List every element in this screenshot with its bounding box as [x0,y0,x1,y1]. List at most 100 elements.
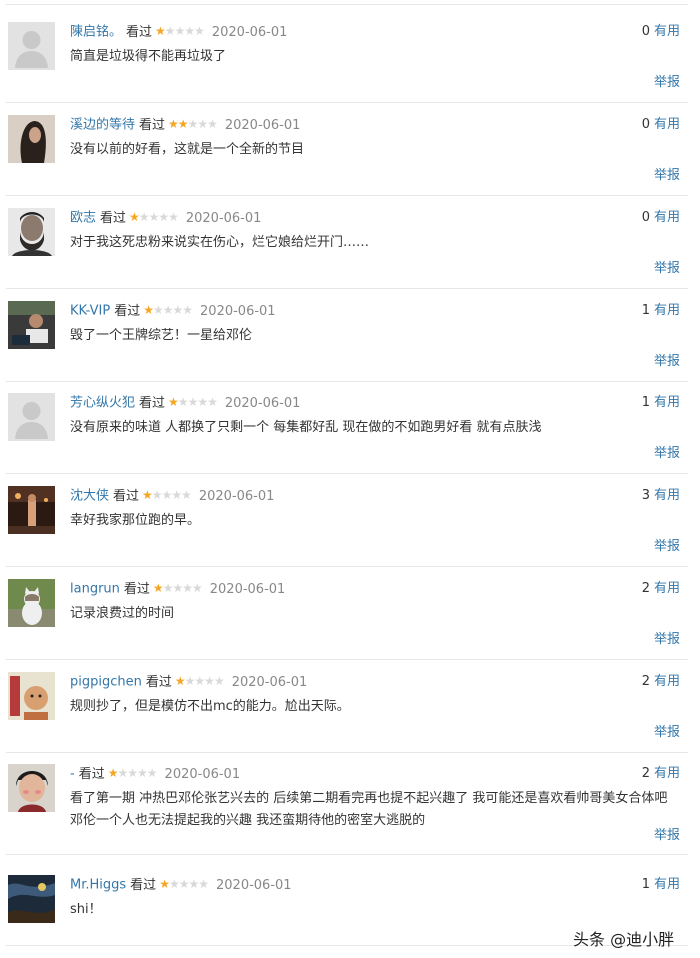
vote-count: 1 [641,395,650,410]
avatar[interactable] [8,486,55,534]
username-link[interactable]: 沈大侠 [70,489,109,504]
star-empty-icon: ★ [197,395,208,409]
review-meta: - 看过 ★★★★★ 2020-06-01 [70,764,240,784]
divider [6,4,688,5]
star-empty-icon: ★ [184,24,195,38]
review-text: shi！ [70,902,102,917]
review-date: 2020-06-01 [209,581,286,597]
report-link[interactable]: 举报 [654,723,680,743]
report-link[interactable]: 举报 [654,352,680,372]
rating-stars: ★★★★★ [174,671,225,691]
review-date: 2020-06-01 [185,210,262,226]
avatar[interactable] [8,22,55,70]
vote-count: 0 [641,24,650,39]
star-empty-icon: ★ [207,117,218,131]
star-empty-icon: ★ [161,488,173,502]
useful-button[interactable]: 有用 [654,488,680,503]
watched-label: 看过 [113,488,140,504]
watched-label: 看过 [78,766,105,782]
star-filled-icon: ★ [159,877,170,891]
useful-button[interactable]: 有用 [654,303,680,318]
review-date: 2020-06-01 [200,303,276,319]
rating-stars: ★★★★★ [159,874,209,894]
rating-stars: ★★★★★ [108,763,158,783]
username-link[interactable]: langrun [70,582,120,597]
username-link[interactable]: 陳启铭。 [70,25,122,40]
username-link[interactable]: Mr.Higgs [70,878,126,893]
star-empty-icon: ★ [191,581,203,595]
username-link[interactable]: - [70,767,75,782]
star-empty-icon: ★ [146,766,158,780]
vote-count: 0 [641,117,650,132]
useful-button[interactable]: 有用 [654,117,680,132]
report-link[interactable]: 举报 [654,166,680,186]
avatar[interactable] [8,579,55,627]
username-link[interactable]: KK-VIP [70,304,110,319]
star-empty-icon: ★ [168,877,180,891]
vote-count: 0 [641,210,650,225]
report-link[interactable]: 举报 [654,73,680,93]
avatar[interactable] [8,301,55,349]
username-link[interactable]: 溪边的等待 [70,118,135,133]
username-link[interactable]: 芳心纵火犯 [70,396,135,411]
vote-count: 2 [641,581,650,596]
report-link[interactable]: 举报 [654,444,680,464]
rating-stars: ★★★★★ [129,207,179,227]
review-meta: 欧志 看过 ★★★★★ 2020-06-01 [70,208,261,228]
star-filled-icon: ★ [129,210,140,224]
useful-button[interactable]: 有用 [654,674,680,689]
useful-button[interactable]: 有用 [654,877,680,892]
username-link[interactable]: 欧志 [70,211,96,226]
avatar[interactable] [8,764,55,812]
review-text: 没有以前的好看，这就是一个全新的节目 [70,142,305,157]
vote-area: 0 有用 [642,208,680,228]
star-empty-icon: ★ [137,766,148,780]
divider [6,381,688,382]
avatar[interactable] [8,875,55,923]
star-empty-icon: ★ [138,210,150,224]
vote-area: 3 有用 [642,486,680,506]
review-meta: pigpigchen 看过 ★★★★★ 2020-06-01 [70,672,307,692]
star-empty-icon: ★ [194,24,205,38]
watched-label: 看过 [126,24,153,40]
useful-button[interactable]: 有用 [654,24,680,39]
useful-button[interactable]: 有用 [654,766,680,781]
star-filled-icon: ★ [174,674,186,688]
star-empty-icon: ★ [197,117,208,131]
username-link[interactable]: pigpigchen [70,675,142,690]
divider [6,195,688,196]
review-meta: langrun 看过 ★★★★★ 2020-06-01 [70,579,285,599]
report-link[interactable]: 举报 [654,537,680,557]
watermark: 头条 @迪小胖 [573,930,675,949]
divider [6,566,688,567]
report-link[interactable]: 举报 [654,259,680,279]
divider [6,288,688,289]
star-empty-icon: ★ [172,303,184,317]
useful-button[interactable]: 有用 [654,581,680,596]
vote-area: 2 有用 [642,672,680,692]
star-empty-icon: ★ [151,488,163,502]
useful-button[interactable]: 有用 [654,210,680,225]
avatar[interactable] [8,115,55,163]
review-meta: KK-VIP 看过 ★★★★★ 2020-06-01 [70,301,276,321]
review-meta: 陳启铭。 看过 ★★★★★ 2020-06-01 [70,22,287,42]
star-empty-icon: ★ [182,303,193,317]
rating-stars: ★★★★★ [153,578,203,598]
vote-area: 2 有用 [642,579,680,599]
avatar[interactable] [8,672,55,720]
star-empty-icon: ★ [174,24,186,38]
star-empty-icon: ★ [181,488,192,502]
report-link[interactable]: 举报 [654,630,680,650]
review-meta: 溪边的等待 看过 ★★★★★ 2020-06-01 [70,115,300,135]
useful-button[interactable]: 有用 [654,395,680,410]
star-empty-icon: ★ [187,117,199,131]
rating-stars: ★★★★★ [168,114,218,134]
review-meta: 沈大侠 看过 ★★★★★ 2020-06-01 [70,486,274,506]
vote-count: 1 [641,877,650,892]
rating-stars: ★★★★★ [143,300,193,320]
review-text: 幸好我家那位跑的早。 [70,513,201,528]
avatar[interactable] [8,393,55,441]
report-link[interactable]: 举报 [654,826,680,846]
avatar[interactable] [8,208,55,256]
divider [6,854,688,855]
